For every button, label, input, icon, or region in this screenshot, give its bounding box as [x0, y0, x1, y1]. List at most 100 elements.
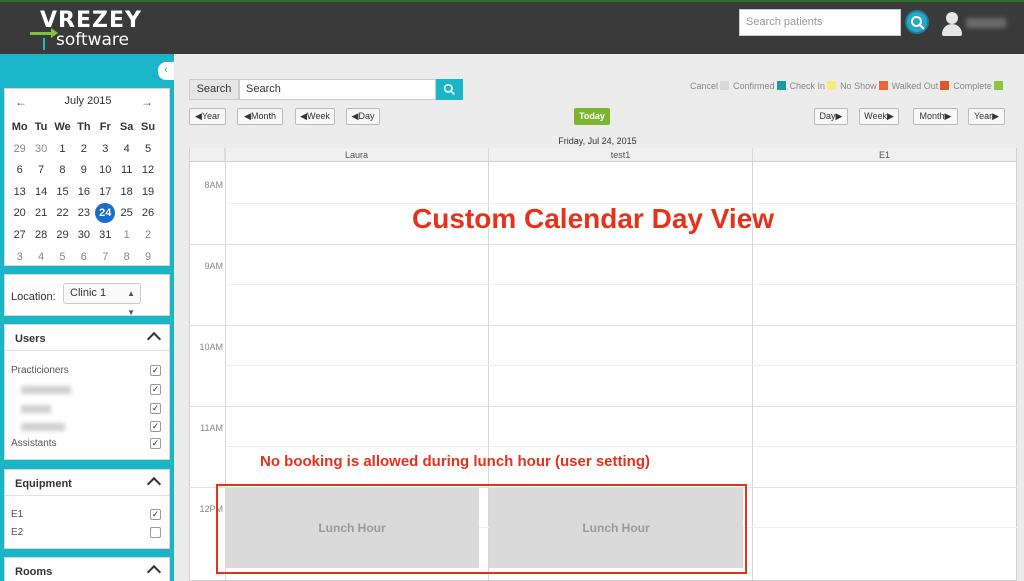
calendar-day[interactable]: 1 [52, 139, 73, 161]
calendar-day[interactable]: 25 [116, 203, 137, 225]
calendar-day[interactable]: 5 [137, 139, 158, 161]
equipment-item-label: E1 [11, 509, 24, 520]
calendar-day[interactable]: 9 [73, 160, 94, 182]
legend-swatch [940, 81, 950, 90]
calendar-day[interactable]: 29 [9, 139, 30, 161]
practitioner-checkbox[interactable]: ✓ [150, 421, 161, 432]
prev-month-button[interactable]: ◀Month [237, 108, 283, 125]
search-icon [911, 16, 925, 30]
day-of-week-header: Mo [11, 121, 28, 133]
calendar-day[interactable]: 30 [73, 225, 94, 247]
practitioner-checkbox[interactable]: ✓ [150, 403, 161, 414]
user-name-redacted[interactable] [966, 18, 1006, 28]
legend-label: Walked Out [891, 81, 939, 91]
calendar-day[interactable]: 20 [9, 203, 30, 225]
search-patients-button[interactable] [905, 10, 929, 34]
calendar-day[interactable]: 19 [137, 182, 158, 204]
search-patients-input[interactable]: Search patients [739, 9, 901, 36]
calendar-day[interactable]: 18 [116, 182, 137, 204]
calendar-day[interactable]: 6 [9, 160, 30, 182]
legend-label: Cancel [690, 81, 719, 91]
calendar-day[interactable]: 28 [30, 225, 51, 247]
next-month-button[interactable]: Month▶ [913, 108, 958, 125]
equipment-item-label: E2 [11, 527, 24, 538]
calendar-day[interactable]: 30 [30, 139, 51, 161]
prev-year-button[interactable]: ◀Year [189, 108, 226, 125]
users-header[interactable]: Users [5, 325, 169, 351]
calendar-day[interactable]: 5 [52, 247, 73, 269]
calendar-day[interactable]: 12 [137, 160, 158, 182]
calendar-day[interactable]: 4 [30, 247, 51, 269]
search-icon [443, 83, 455, 95]
calendar-day[interactable]: 10 [95, 160, 116, 182]
calendar-day[interactable]: 6 [73, 247, 94, 269]
users-panel: Users Practicioners ✓ ✓ ✓ ✓ Assistants ✓ [4, 324, 170, 460]
mini-calendar-grid: Mo Tu We Th Fr Sa Su 29 30 1 2 3 4 5 6 7 8 9 10 11 12 13 14 15 1… [9, 117, 159, 268]
logo-arrow-up-icon [43, 38, 45, 50]
calendar-day[interactable]: 21 [30, 203, 51, 225]
calendar-day[interactable]: 17 [95, 182, 116, 204]
prev-day-button[interactable]: ◀Day [346, 108, 380, 125]
half-hour-line [225, 365, 1017, 366]
prev-month-icon[interactable]: ← [15, 95, 27, 109]
calendar-day[interactable]: 11 [116, 160, 137, 182]
rooms-header[interactable]: Rooms [5, 558, 169, 581]
assistants-row: Assistants ✓ [11, 438, 161, 449]
calendar-day[interactable]: 3 [9, 247, 30, 269]
redacted-name [21, 423, 65, 431]
chevron-up-icon[interactable] [146, 331, 162, 347]
select-arrows-icon: ▲ ▼ [127, 289, 135, 317]
search-label-button[interactable]: Search [189, 79, 239, 100]
calendar-day[interactable]: 29 [52, 225, 73, 247]
search-input[interactable]: Search [239, 79, 436, 100]
prev-week-button[interactable]: ◀Week [295, 108, 335, 125]
next-year-button[interactable]: Year▶ [968, 108, 1005, 125]
calendar-day[interactable]: 2 [137, 225, 158, 247]
equipment-e2-checkbox[interactable] [150, 527, 161, 538]
equipment-item: E1 ✓ [11, 509, 161, 520]
time-label: 8AM [204, 180, 223, 190]
status-legend: Cancel Confirmed Check In No Show Walked Out… [690, 81, 1007, 91]
calendar-day[interactable]: 7 [30, 160, 51, 182]
calendar-day[interactable]: 8 [52, 160, 73, 182]
assistants-checkbox[interactable]: ✓ [150, 438, 161, 449]
next-month-icon[interactable]: → [141, 95, 153, 109]
calendar-date-title: Friday, Jul 24, 2015 [558, 136, 637, 146]
chevron-up-icon[interactable] [146, 476, 162, 492]
next-day-button[interactable]: Day▶ [814, 108, 848, 125]
calendar-day[interactable]: 26 [137, 203, 158, 225]
calendar-day[interactable]: 13 [9, 182, 30, 204]
legend-swatch [776, 81, 786, 90]
next-week-button[interactable]: Week▶ [859, 108, 899, 125]
calendar-day[interactable]: 22 [52, 203, 73, 225]
column-header-test1: test1 [489, 148, 753, 162]
time-column-header [190, 148, 225, 162]
today-button[interactable]: Today [574, 108, 610, 125]
practitioners-checkbox[interactable]: ✓ [150, 365, 161, 376]
calendar-day[interactable]: 4 [116, 139, 137, 161]
chevron-up-icon[interactable] [146, 564, 162, 580]
half-hour-line [225, 284, 1017, 285]
calendar-day[interactable]: 23 [73, 203, 94, 225]
calendar-day[interactable]: 2 [73, 139, 94, 161]
calendar-day[interactable]: 8 [116, 247, 137, 269]
collapse-sidebar-button[interactable]: ‹ [158, 62, 174, 80]
location-select[interactable]: Clinic 1 ▲ ▼ [63, 283, 141, 317]
calendar-day[interactable]: 3 [95, 139, 116, 161]
calendar-day[interactable]: 31 [95, 225, 116, 247]
user-avatar-icon[interactable] [941, 12, 963, 36]
mini-calendar: July 2015 ← → Mo Tu We Th Fr Sa Su 29 30 1 2 3 4 5 6 7 8… [4, 88, 170, 266]
calendar-day[interactable]: 7 [95, 247, 116, 269]
calendar-day[interactable]: 15 [52, 182, 73, 204]
practitioner-checkbox[interactable]: ✓ [150, 384, 161, 395]
calendar-day[interactable]: 16 [73, 182, 94, 204]
vrezey-logo[interactable]: VREZEY software [30, 8, 141, 52]
search-button[interactable] [436, 79, 463, 100]
calendar-day[interactable]: 24 [95, 203, 116, 225]
equipment-header[interactable]: Equipment [5, 470, 169, 496]
calendar-day[interactable]: 14 [30, 182, 51, 204]
calendar-day[interactable]: 9 [137, 247, 158, 269]
calendar-day[interactable]: 1 [116, 225, 137, 247]
equipment-e1-checkbox[interactable]: ✓ [150, 509, 161, 520]
calendar-day[interactable]: 27 [9, 225, 30, 247]
